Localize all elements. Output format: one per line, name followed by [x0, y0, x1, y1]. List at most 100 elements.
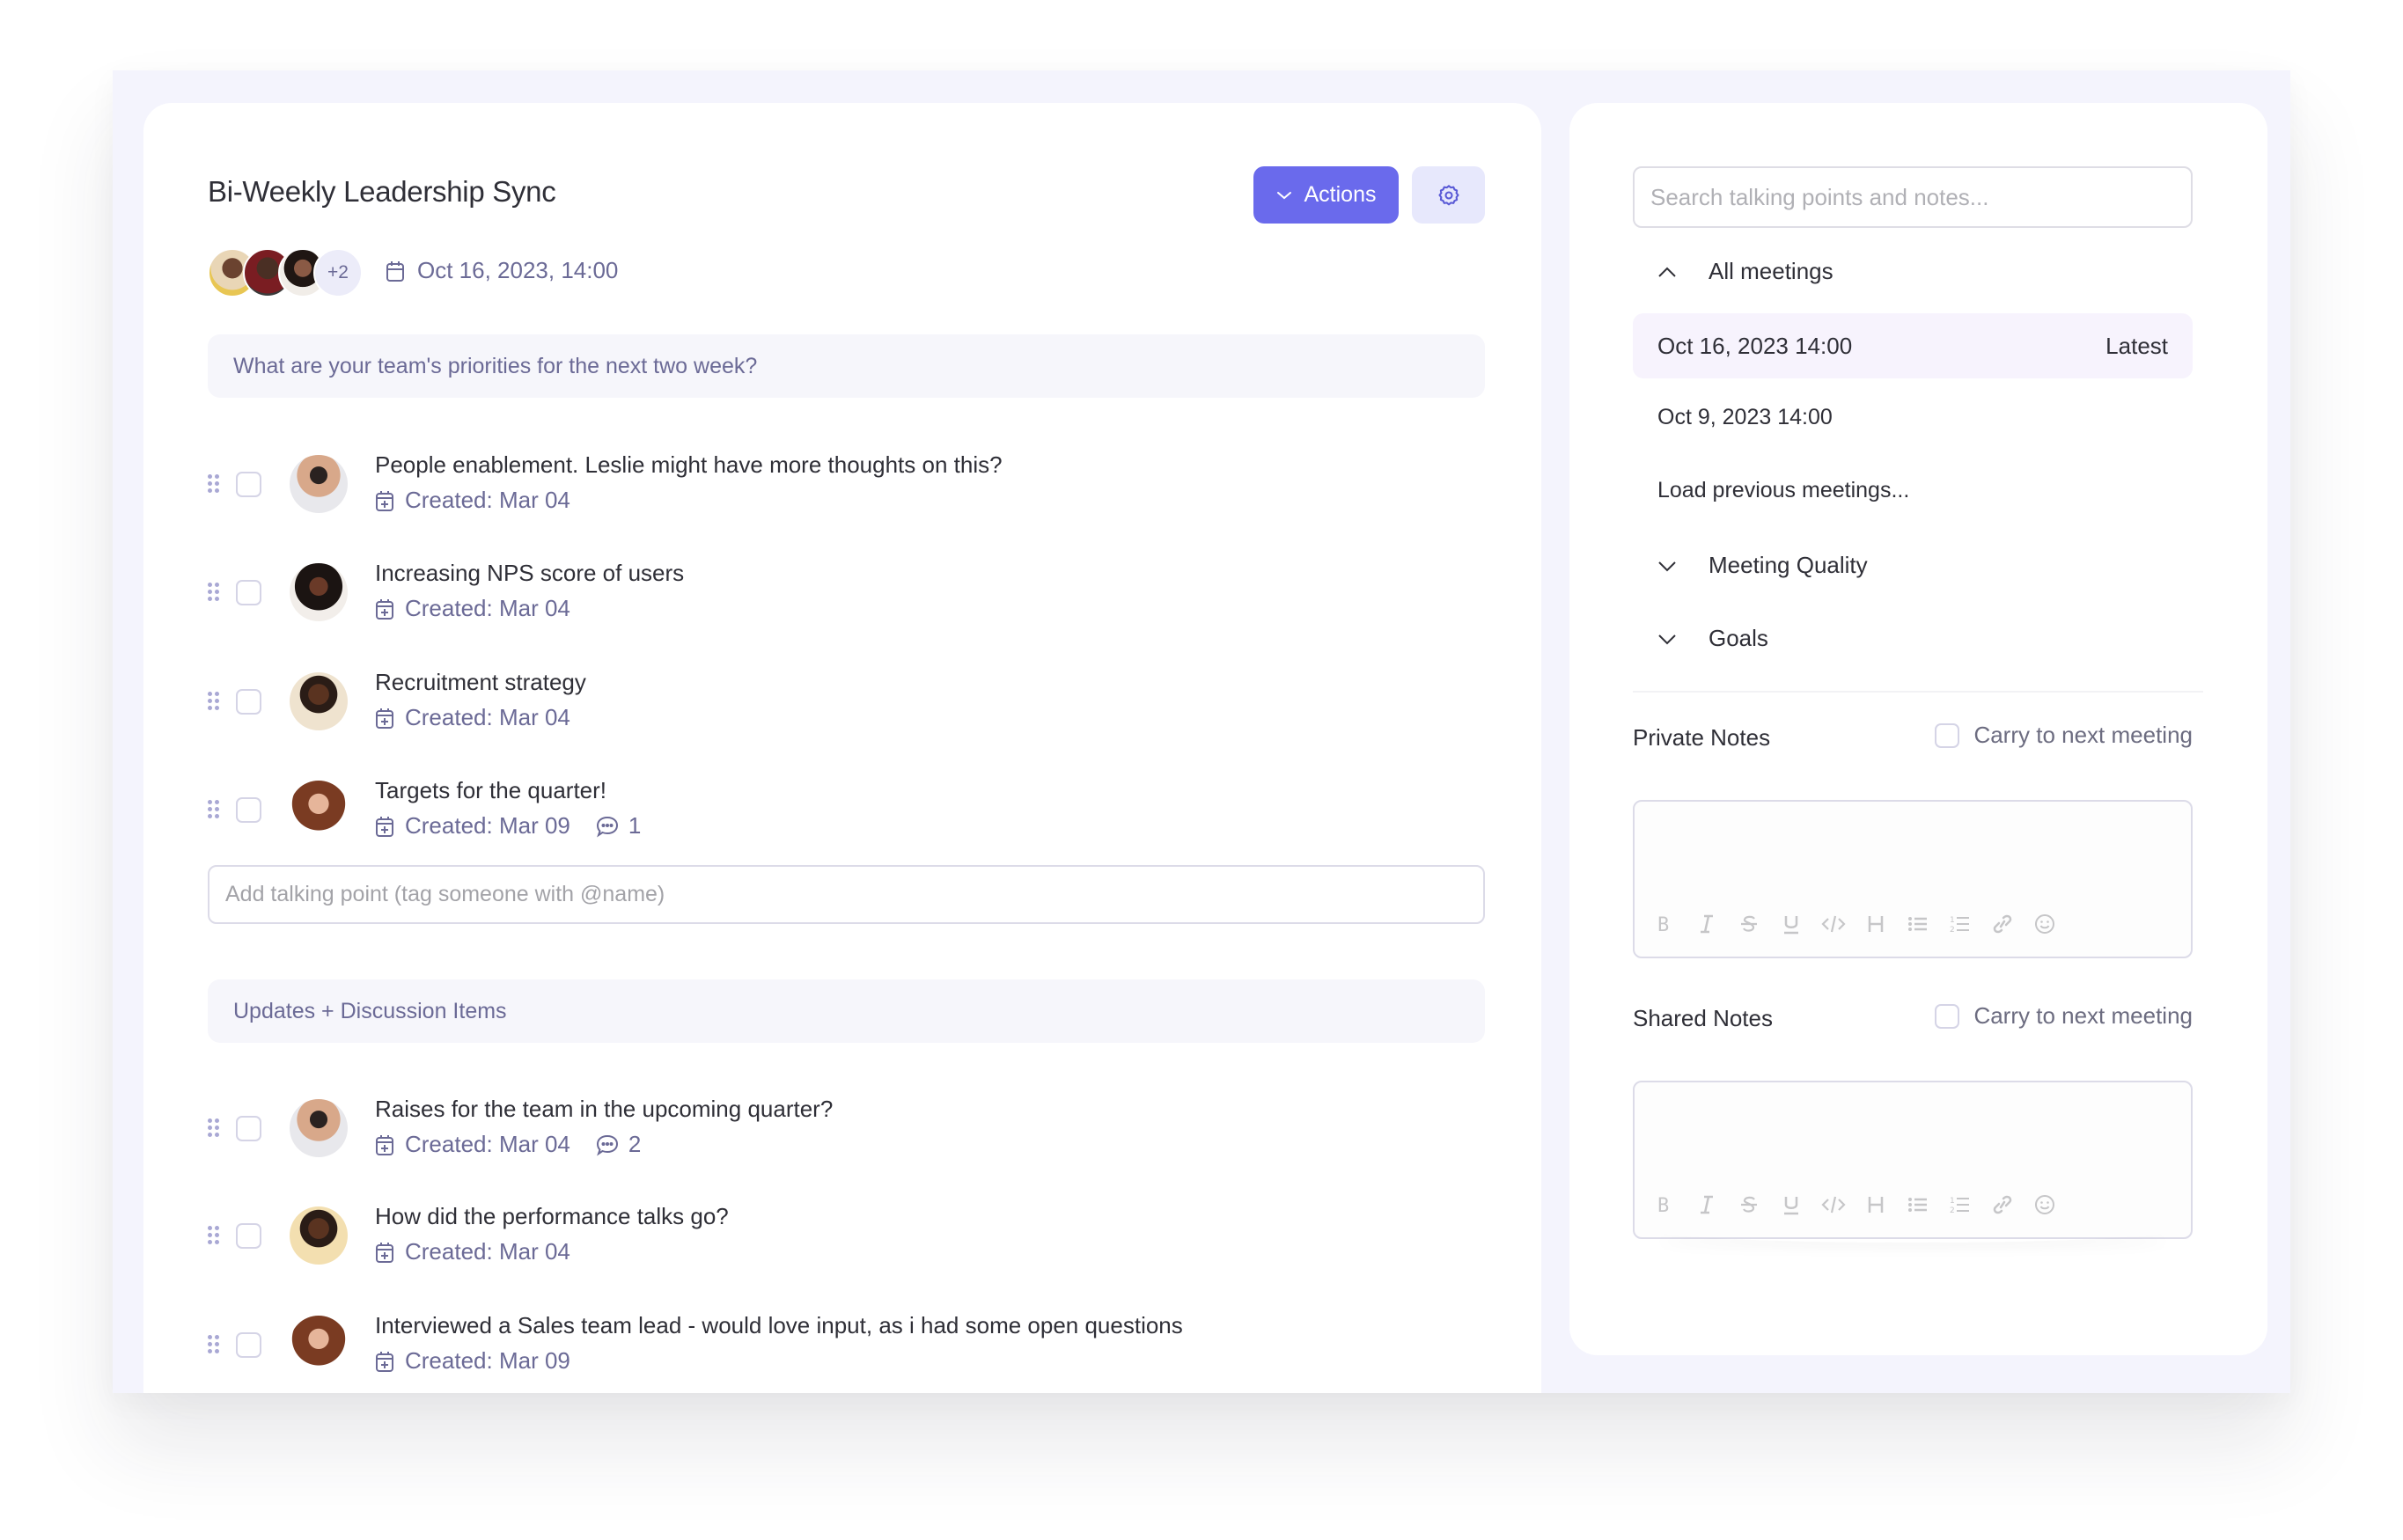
settings-button[interactable] — [1412, 166, 1485, 224]
meeting-item-latest[interactable]: Oct 16, 2023 14:00 Latest — [1633, 313, 2193, 378]
talking-point-checkbox[interactable] — [236, 689, 261, 715]
load-previous-meetings-link[interactable]: Load previous meetings... — [1657, 478, 1909, 503]
talking-point-text[interactable]: Raises for the team in the upcoming quar… — [375, 1096, 833, 1123]
all-meetings-toggle[interactable]: All meetings — [1657, 258, 1833, 285]
private-carry-checkbox[interactable]: Carry to next meeting — [1935, 722, 2193, 749]
code-icon[interactable] — [1821, 1192, 1846, 1218]
talking-point-checkbox[interactable] — [236, 472, 261, 497]
drag-handle-icon[interactable] — [206, 583, 220, 602]
italic-icon[interactable] — [1694, 1192, 1719, 1218]
bold-icon[interactable]: B — [1652, 1192, 1677, 1218]
drag-handle-icon[interactable] — [206, 692, 220, 711]
shared-carry-checkbox[interactable]: Carry to next meeting — [1935, 1002, 2193, 1030]
drag-handle-icon[interactable] — [206, 800, 220, 819]
svg-text:2: 2 — [1950, 1206, 1955, 1215]
chevron-down-icon — [1276, 191, 1291, 199]
meeting-quality-toggle[interactable]: Meeting Quality — [1657, 552, 1868, 579]
talking-point-row[interactable]: Raises for the team in the upcoming quar… — [206, 1096, 1482, 1184]
private-notes-editor[interactable]: B 12 — [1633, 800, 2193, 958]
strikethrough-icon[interactable] — [1737, 911, 1761, 937]
avatar — [290, 1206, 348, 1265]
talking-point-row[interactable]: Recruitment strategy Created: Mar 04 — [206, 669, 1482, 757]
calendar-add-icon — [376, 1134, 393, 1155]
talking-point-row[interactable]: Increasing NPS score of users Created: M… — [206, 560, 1482, 648]
formatting-toolbar: B 12 — [1652, 1192, 2057, 1218]
actions-button[interactable]: Actions — [1253, 166, 1399, 224]
talking-point-text[interactable]: Interviewed a Sales team lead - would lo… — [375, 1312, 1183, 1339]
code-icon[interactable] — [1821, 911, 1846, 937]
drag-handle-icon[interactable] — [206, 1226, 220, 1245]
talking-point-checkbox[interactable] — [236, 1116, 261, 1141]
bullet-list-icon[interactable] — [1906, 1192, 1930, 1218]
strikethrough-icon[interactable] — [1737, 1192, 1761, 1218]
talking-point-text[interactable]: Targets for the quarter! — [375, 777, 606, 804]
search-input[interactable] — [1633, 166, 2193, 228]
talking-point-row[interactable]: Interviewed a Sales team lead - would lo… — [206, 1312, 1482, 1393]
comment-count-text: 2 — [628, 1131, 642, 1157]
talking-point-checkbox[interactable] — [236, 797, 261, 823]
drag-handle-icon[interactable] — [206, 474, 220, 494]
emoji-icon[interactable] — [2032, 911, 2057, 937]
italic-icon[interactable] — [1694, 911, 1719, 937]
talking-point-row[interactable]: Targets for the quarter! Created: Mar 09… — [206, 777, 1482, 865]
calendar-add-icon — [376, 490, 393, 511]
sidebar-panel: All meetings Oct 16, 2023 14:00 Latest O… — [1569, 103, 2267, 1355]
meeting-date: Oct 16, 2023 14:00 — [1657, 332, 1853, 359]
created-date: Created: Mar 09 — [405, 1347, 570, 1374]
section-header[interactable]: Updates + Discussion Items — [208, 979, 1485, 1043]
goals-toggle[interactable]: Goals — [1657, 625, 1768, 652]
add-talking-point-input[interactable] — [208, 865, 1485, 924]
underline-icon[interactable] — [1779, 1192, 1804, 1218]
calendar-add-icon — [376, 816, 393, 837]
svg-text:2: 2 — [1950, 926, 1955, 935]
talking-point-meta: Created: Mar 09 1 — [375, 812, 641, 840]
comment-count-text: 1 — [628, 812, 642, 839]
bullet-list-icon[interactable] — [1906, 911, 1930, 937]
all-meetings-label: All meetings — [1709, 258, 1833, 284]
chevron-down-icon — [1658, 561, 1676, 571]
talking-point-checkbox[interactable] — [236, 1332, 261, 1358]
talking-point-row[interactable]: How did the performance talks go? Create… — [206, 1203, 1482, 1291]
talking-point-checkbox[interactable] — [236, 580, 261, 605]
heading-icon[interactable] — [1863, 1192, 1888, 1218]
meeting-item[interactable]: Oct 9, 2023 14:00 — [1657, 405, 1833, 430]
checkbox[interactable] — [1935, 1003, 1960, 1029]
numbered-list-icon[interactable]: 12 — [1948, 1192, 1973, 1218]
numbered-list-icon[interactable]: 12 — [1948, 911, 1973, 937]
heading-icon[interactable] — [1863, 911, 1888, 937]
calendar-icon — [386, 260, 404, 282]
section-header[interactable]: What are your team's priorities for the … — [208, 334, 1485, 398]
talking-point-text[interactable]: Recruitment strategy — [375, 669, 586, 696]
more-attendees-badge: +2 — [313, 248, 363, 297]
link-icon[interactable] — [1990, 911, 2015, 937]
calendar-add-icon — [376, 1351, 393, 1372]
meeting-date: Oct 16, 2023, 14:00 — [386, 257, 618, 284]
carry-label: Carry to next meeting — [1973, 1002, 2193, 1029]
drag-handle-icon[interactable] — [206, 1335, 220, 1354]
underline-icon[interactable] — [1779, 911, 1804, 937]
meeting-date-text: Oct 16, 2023, 14:00 — [417, 257, 619, 283]
latest-badge: Latest — [2105, 332, 2168, 359]
bold-icon[interactable]: B — [1652, 911, 1677, 937]
comment-icon — [596, 1134, 618, 1155]
talking-point-row[interactable]: People enablement. Leslie might have mor… — [206, 451, 1482, 539]
drag-handle-icon[interactable] — [206, 1118, 220, 1138]
shared-notes-editor[interactable]: B 12 — [1633, 1081, 2193, 1239]
calendar-add-icon — [376, 598, 393, 620]
comments-count[interactable]: 1 — [595, 812, 641, 840]
avatar — [290, 563, 348, 621]
talking-point-text[interactable]: How did the performance talks go? — [375, 1203, 729, 1230]
created-date: Created: Mar 04 — [405, 487, 570, 513]
svg-text:1: 1 — [1950, 916, 1955, 925]
talking-point-text[interactable]: Increasing NPS score of users — [375, 560, 684, 587]
checkbox[interactable] — [1935, 722, 1960, 748]
talking-point-checkbox[interactable] — [236, 1223, 261, 1249]
attendee-avatars[interactable]: +2 — [208, 247, 363, 298]
avatar — [290, 455, 348, 513]
talking-point-meta: Created: Mar 04 — [375, 704, 570, 731]
emoji-icon[interactable] — [2032, 1192, 2057, 1218]
link-icon[interactable] — [1990, 1192, 2015, 1218]
comments-count[interactable]: 2 — [595, 1131, 641, 1158]
meeting-quality-label: Meeting Quality — [1709, 552, 1868, 578]
talking-point-text[interactable]: People enablement. Leslie might have mor… — [375, 451, 1003, 479]
